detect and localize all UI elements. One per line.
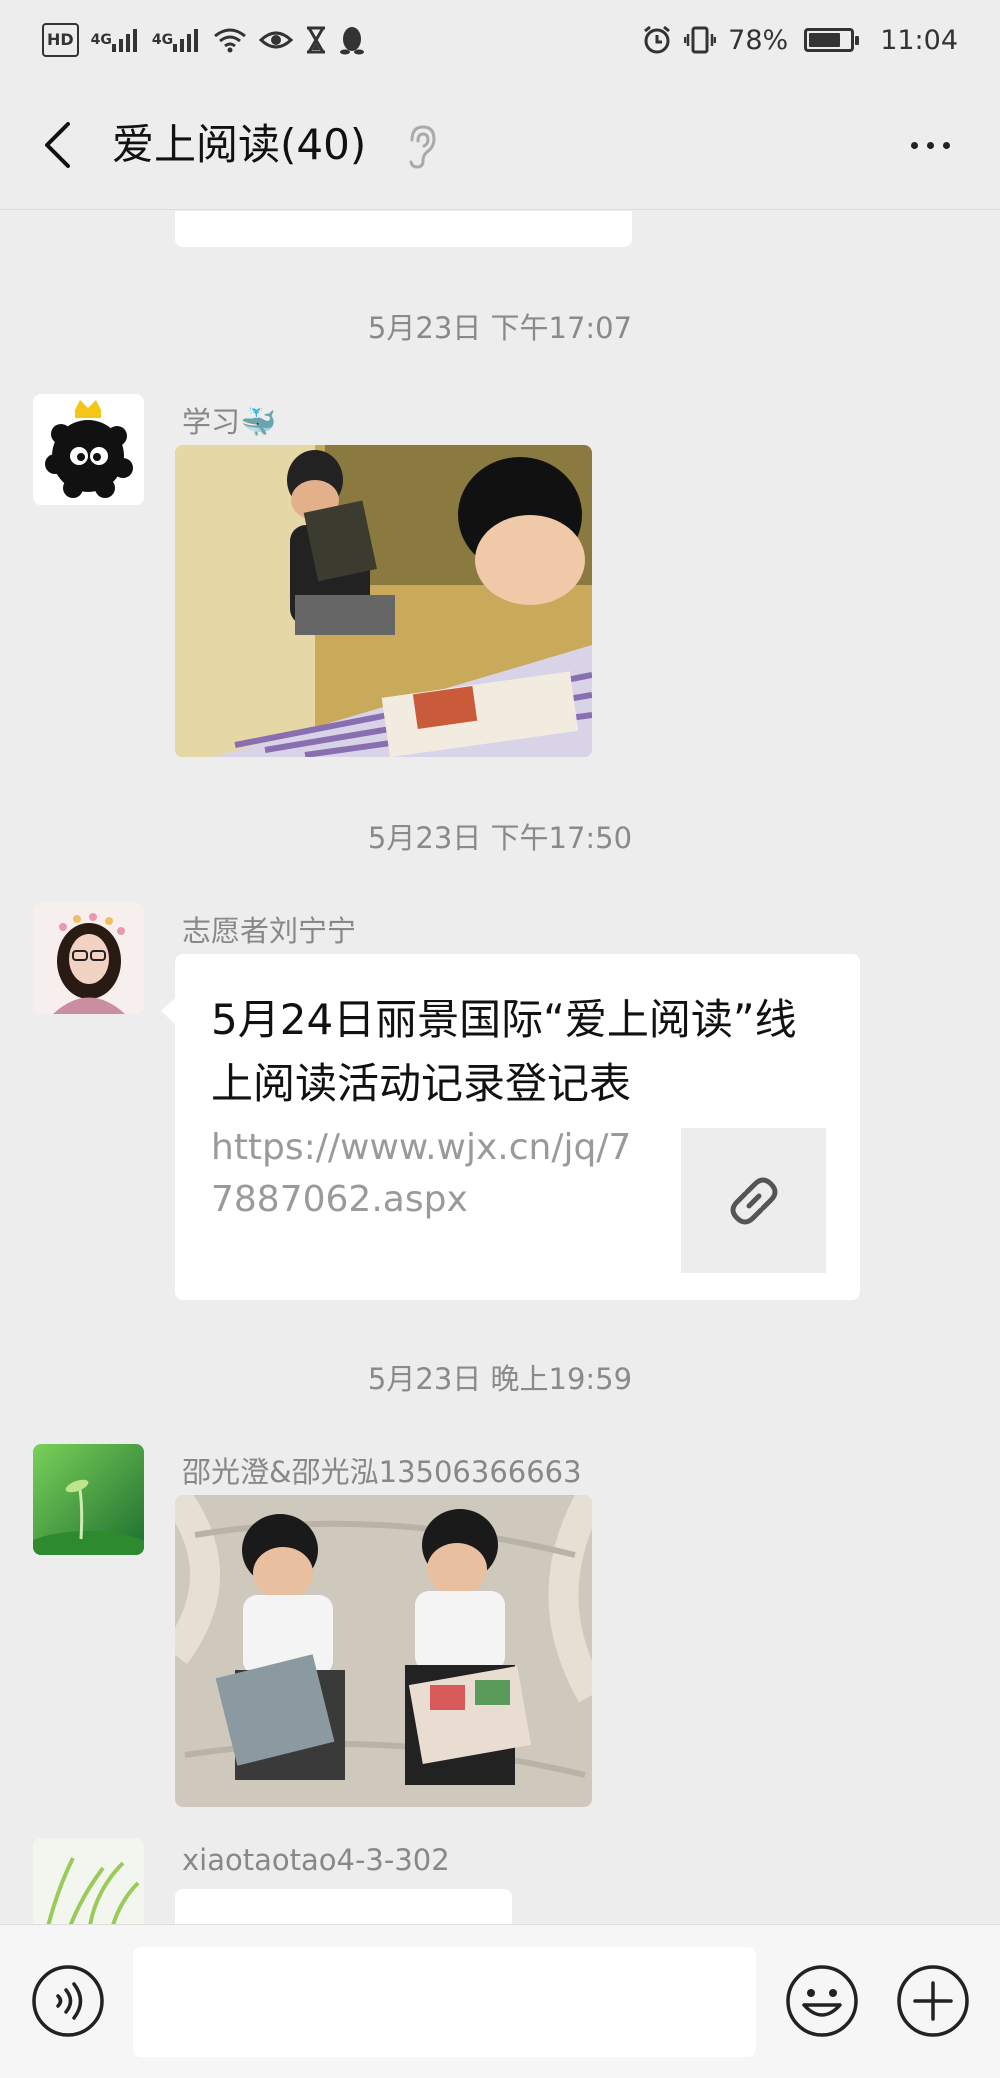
more-dots-icon (910, 141, 918, 149)
image-message[interactable] (175, 445, 592, 757)
avatar-image (33, 394, 144, 505)
nav-bar: 爱上阅读(40) (0, 80, 1000, 210)
avatar[interactable] (33, 1838, 144, 1924)
status-right-icons: 78% 11:04 (642, 23, 958, 57)
battery-icon (804, 28, 860, 52)
chat-title: 爱上阅读(40) (112, 120, 367, 169)
more-dot (926, 141, 934, 149)
message-input[interactable] (133, 1947, 756, 2057)
link-url: https://www.wjx.cn/jq/77887062.aspx (211, 1127, 632, 1220)
chat-area[interactable]: 5月23日 下午17:07 学习🐳 5月23日 下午17:50 志愿者刘宁宁 5… (0, 211, 1000, 1924)
previous-message-bubble[interactable] (175, 211, 632, 247)
hd-badge: HD (42, 23, 79, 57)
photo-children-reading (175, 445, 592, 757)
battery-percent: 78% (728, 24, 789, 56)
avatar-image (33, 1444, 144, 1555)
battery-fill (809, 33, 841, 47)
alarm-icon (642, 23, 672, 57)
sender-name: 邵光澄&邵光泓13506366663 (182, 1455, 582, 1489)
more-dot (942, 141, 950, 149)
sender-name: xiaotaotao4-3-302 (182, 1843, 450, 1877)
status-left-icons: HD 4G 4G (42, 23, 365, 57)
voice-icon[interactable] (30, 1963, 106, 2039)
hourglass-icon (305, 23, 327, 57)
wifi-icon (213, 23, 247, 57)
plus-icon[interactable] (895, 1963, 971, 2039)
more-button[interactable] (900, 120, 960, 170)
vibrate-icon (684, 23, 717, 57)
avatar-image (33, 1838, 144, 1924)
signal-2-label: 4G (151, 32, 174, 48)
emoji-icon[interactable] (784, 1963, 860, 2039)
sender-name: 志愿者刘宁宁 (182, 914, 357, 948)
penguin-icon (339, 23, 365, 57)
signal-1-icon: 4G (91, 23, 140, 57)
link-thumbnail (681, 1128, 826, 1273)
avatar-image (33, 903, 144, 1014)
signal-2-icon: 4G (152, 23, 201, 57)
avatar[interactable] (33, 903, 144, 1014)
back-button[interactable] (30, 110, 84, 180)
timestamp: 5月23日 晚上19:59 (367, 1362, 633, 1396)
avatar[interactable] (33, 1444, 144, 1555)
chevron-left-icon (45, 122, 70, 168)
eye-icon (259, 23, 294, 57)
input-bar (0, 1924, 1000, 2078)
signal-1-label: 4G (90, 32, 112, 48)
ear-icon (409, 125, 436, 169)
timestamp: 5月23日 下午17:50 (367, 821, 633, 855)
clock: 11:04 (880, 24, 958, 56)
link-title: 5月24日丽景国际“爱上阅读”线上阅读活动记录登记表 (211, 995, 797, 1108)
image-message[interactable] (175, 1495, 592, 1807)
text-message-bubble[interactable] (175, 1889, 512, 1924)
photo-twins-reading (175, 1495, 592, 1807)
status-bar: HD 4G 4G 78% 11:04 (0, 0, 1000, 80)
sender-name: 学习🐳 (182, 405, 277, 439)
link-icon (730, 1177, 777, 1224)
link-card[interactable]: 5月24日丽景国际“爱上阅读”线上阅读活动记录登记表 https://www.w… (161, 954, 860, 1300)
timestamp: 5月23日 下午17:07 (367, 311, 633, 345)
avatar[interactable] (33, 394, 144, 505)
